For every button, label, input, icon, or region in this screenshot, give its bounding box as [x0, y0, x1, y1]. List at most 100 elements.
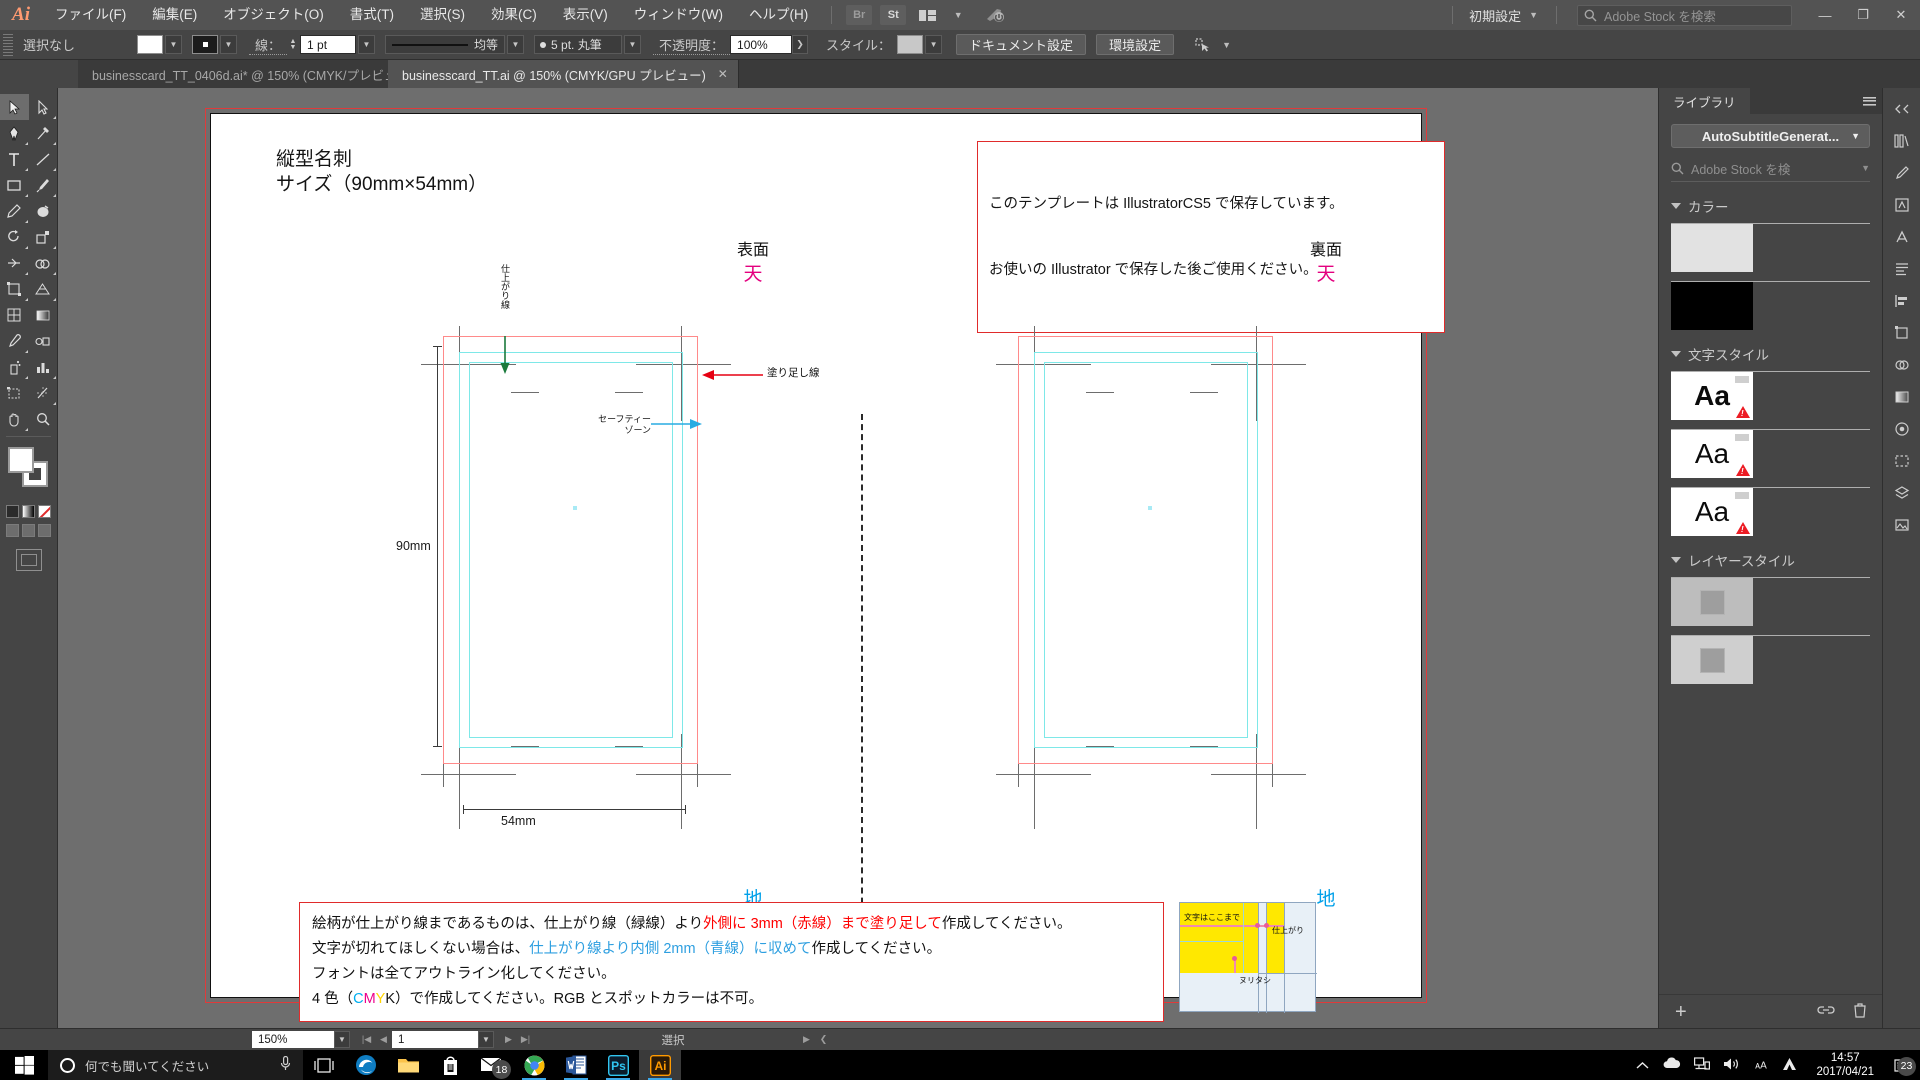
color-swatch-black[interactable] [1671, 282, 1753, 330]
action-center-button[interactable]: 23 [1893, 1056, 1916, 1076]
mesh-tool[interactable] [0, 302, 29, 328]
library-search-input[interactable]: Adobe Stock を検 ▼ [1671, 158, 1870, 182]
graphic-style-swatch[interactable] [897, 35, 924, 54]
paragraph-panel-icon[interactable] [1886, 254, 1918, 284]
last-artboard-button[interactable]: ▶| [517, 1031, 534, 1048]
window-close-button[interactable]: ✕ [1882, 0, 1920, 30]
type-asset-2[interactable]: Aa [1671, 487, 1870, 536]
network-icon[interactable] [1694, 1057, 1711, 1073]
bridge-icon[interactable]: Br [846, 5, 873, 25]
add-asset-button[interactable]: + [1675, 1002, 1687, 1022]
menu-object[interactable]: オブジェクト(O) [210, 0, 337, 30]
section-header-layer[interactable]: レイヤースタイル [1671, 550, 1870, 570]
taskbar-photoshop-icon[interactable]: Ps [597, 1050, 639, 1080]
library-search-chevron-icon[interactable]: ▼ [1861, 163, 1870, 173]
tray-expand-icon[interactable] [1636, 1058, 1649, 1073]
status-flyout-icon[interactable]: ▶ [798, 1031, 815, 1048]
blob-brush-tool[interactable] [29, 198, 58, 224]
artboard-dropdown-icon[interactable]: ▼ [478, 1031, 494, 1048]
fill-stroke-indicator[interactable] [0, 443, 58, 501]
color-asset-0[interactable] [1671, 223, 1870, 272]
stroke-weight-stepper[interactable]: ▲ ▼ [287, 35, 299, 54]
draw-inside-button[interactable] [38, 524, 51, 537]
character-panel-icon[interactable] [1886, 222, 1918, 252]
eyedropper-tool[interactable] [0, 328, 29, 354]
free-transform-tool[interactable] [0, 276, 29, 302]
microphone-icon[interactable] [280, 1055, 291, 1074]
stroke-weight-input[interactable]: 1 pt [300, 35, 357, 54]
workspace-label[interactable]: 初期設定 [1463, 6, 1527, 25]
onedrive-icon[interactable] [1662, 1057, 1681, 1073]
layer-style-chip-1[interactable] [1671, 636, 1753, 684]
tab-library[interactable]: ライブラリ [1659, 88, 1750, 114]
hand-tool[interactable] [0, 406, 29, 432]
layer-asset-0[interactable] [1671, 577, 1870, 626]
delete-icon[interactable] [1853, 1002, 1867, 1021]
rail-collapse-icon[interactable] [1886, 94, 1918, 124]
taskbar-chrome-icon[interactable] [513, 1050, 555, 1080]
gradient-panel-icon[interactable] [1886, 382, 1918, 412]
cc-rocket-icon[interactable] [980, 4, 1010, 26]
cortana-search-input[interactable]: 何でも聞いてください [48, 1050, 303, 1080]
stroke-weight-label[interactable]: 線： [249, 35, 288, 55]
stroke-color-swatch[interactable] [192, 35, 218, 54]
fill-color-swatch[interactable] [137, 35, 163, 54]
arrange-chevron-icon[interactable]: ▼ [946, 4, 976, 26]
select-similar-icon[interactable] [1188, 34, 1218, 56]
control-bar-grip[interactable] [3, 33, 13, 56]
status-resize-icon[interactable]: ❮ [815, 1031, 832, 1048]
brush-dropdown-icon[interactable]: ▼ [624, 35, 642, 54]
menu-help[interactable]: ヘルプ(H) [736, 0, 821, 30]
gradient-tool[interactable] [29, 302, 58, 328]
workspace-chevron-down-icon[interactable]: ▼ [1527, 10, 1546, 20]
zoom-level-input[interactable]: 150% [252, 1031, 334, 1048]
none-button[interactable] [38, 505, 51, 518]
start-button[interactable] [0, 1050, 48, 1080]
column-graph-tool[interactable] [29, 354, 58, 380]
layer-asset-1[interactable] [1671, 635, 1870, 684]
document-tab-1[interactable]: businesscard_TT.ai @ 150% (CMYK/GPU プレビュ… [388, 60, 739, 88]
opacity-flyout-icon[interactable]: ❯ [792, 35, 809, 54]
color-swatch-light[interactable] [1671, 224, 1753, 272]
transform-panel-icon[interactable] [1886, 318, 1918, 348]
align-panel-icon[interactable] [1886, 286, 1918, 316]
rotate-tool[interactable] [0, 224, 29, 250]
rectangle-tool[interactable] [0, 172, 29, 198]
pathfinder-panel-icon[interactable] [1886, 350, 1918, 380]
artboard[interactable]: 縦型名刺 サイズ（90mm×54mm） このテンプレートは Illustrato… [210, 113, 1445, 1022]
type-style-chip-1[interactable]: Aa [1671, 430, 1753, 478]
change-screen-mode-button[interactable] [15, 549, 42, 571]
preferences-button[interactable]: 環境設定 [1096, 34, 1175, 55]
volume-icon[interactable] [1723, 1057, 1740, 1074]
taskbar-mail-icon[interactable]: 18 [471, 1050, 513, 1080]
links-panel-icon[interactable] [1886, 510, 1918, 540]
document-setup-button[interactable]: ドキュメント設定 [956, 34, 1087, 55]
adobe-creative-cloud-icon[interactable] [1782, 1057, 1797, 1074]
ime-icon[interactable]: ᴀA [1753, 1057, 1769, 1074]
stock-search-input[interactable]: Adobe Stock を検索 [1577, 4, 1792, 26]
type-style-chip-0[interactable]: Aa [1671, 372, 1753, 420]
arrange-documents-icon[interactable] [912, 4, 942, 26]
status-indicator-label[interactable]: 選択 [548, 1032, 798, 1048]
type-asset-0[interactable]: Aa [1671, 371, 1870, 420]
menu-effect[interactable]: 効果(C) [478, 0, 550, 30]
selection-tool[interactable] [0, 94, 29, 120]
stroke-dropdown-icon[interactable]: ▼ [220, 35, 237, 54]
previous-artboard-button[interactable]: ◀ [375, 1031, 392, 1048]
taskbar-store-icon[interactable] [429, 1050, 471, 1080]
zoom-tool[interactable] [29, 406, 58, 432]
task-view-button[interactable] [303, 1050, 345, 1080]
menu-type[interactable]: 書式(T) [337, 0, 407, 30]
taskbar-file-explorer-icon[interactable] [387, 1050, 429, 1080]
stroke-profile-dropdown-icon[interactable]: ▼ [507, 35, 525, 54]
type-tool[interactable] [0, 146, 29, 172]
document-tab-1-close-icon[interactable]: ✕ [718, 67, 728, 81]
slice-tool[interactable] [29, 380, 58, 406]
window-minimize-button[interactable]: — [1806, 0, 1844, 30]
direct-selection-tool[interactable] [29, 94, 58, 120]
opacity-label[interactable]: 不透明度： [653, 35, 731, 55]
pencil-tool[interactable] [0, 198, 29, 224]
graphic-style-dropdown-icon[interactable]: ▼ [925, 35, 943, 54]
zoom-dropdown-icon[interactable]: ▼ [334, 1031, 350, 1048]
next-artboard-button[interactable]: ▶ [500, 1031, 517, 1048]
